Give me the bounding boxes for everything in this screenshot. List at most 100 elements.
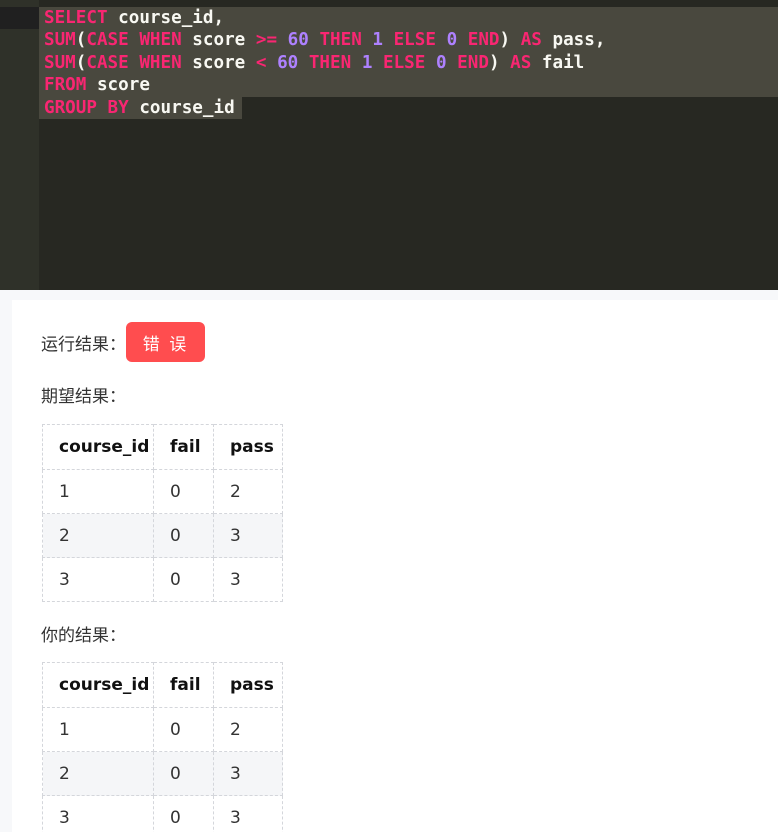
sql-identifier [129, 53, 140, 73]
result-panel: 运行结果： 错 误 期望结果： course_id fail pass 1 0 … [12, 300, 778, 832]
sql-number: 0 [435, 52, 447, 73]
sql-keyword: GROUP BY [44, 97, 129, 118]
code-line[interactable]: SUM(CASE WHEN score < 60 THEN 1 ELSE 0 E… [44, 52, 778, 74]
sql-keyword: WHEN [139, 52, 182, 73]
active-line-marker [0, 7, 39, 29]
actual-result-table: course_id fail pass 1 0 2 2 0 3 3 0 3 [42, 662, 283, 832]
column-header: course_id [42, 424, 154, 470]
table-row: 3 0 3 [42, 795, 283, 832]
sql-identifier [277, 30, 288, 50]
table-cell: 3 [42, 557, 154, 602]
code-editor[interactable]: SELECT course_id, SUM(CASE WHEN score >= … [0, 0, 778, 290]
table-cell: 3 [213, 513, 283, 558]
expected-result-label: 期望结果： [41, 387, 126, 407]
sql-identifier: fail [531, 52, 585, 73]
table-cell: 3 [42, 795, 154, 832]
table-cell: 0 [153, 513, 214, 558]
sql-keyword: END [467, 30, 500, 51]
sql-identifier: score [181, 52, 256, 73]
sql-keyword: AS [520, 30, 542, 51]
run-result-row: 运行结果： 错 误 [41, 322, 205, 362]
sql-code[interactable]: SELECT course_id, SUM(CASE WHEN score >= … [39, 7, 778, 119]
table-header-row: course_id fail pass [42, 662, 283, 708]
sql-number: 1 [372, 30, 383, 51]
column-header: pass [213, 424, 283, 470]
sql-keyword: >= [255, 30, 278, 51]
column-header: course_id [42, 662, 154, 708]
table-row: 1 0 2 [42, 707, 283, 752]
table-cell: 3 [213, 557, 283, 602]
sql-identifier [383, 30, 394, 50]
table-cell: 3 [213, 795, 283, 832]
table-cell: 0 [153, 707, 214, 752]
sql-keyword: ELSE [383, 52, 426, 73]
code-line[interactable]: GROUP BY course_id [44, 97, 778, 119]
sql-identifier: ( [75, 30, 87, 51]
sql-number: 60 [277, 52, 299, 73]
sql-identifier [129, 30, 140, 50]
table-cell: 3 [213, 751, 283, 796]
sql-keyword: CASE [86, 52, 129, 73]
sql-number: 1 [361, 52, 373, 73]
sql-keyword: SELECT [44, 8, 108, 28]
status-badge[interactable]: 错 误 [126, 322, 205, 362]
sql-identifier [351, 53, 362, 73]
table-row: 1 0 2 [42, 469, 283, 514]
sql-identifier [362, 30, 373, 50]
table-cell: 0 [153, 751, 214, 796]
sql-keyword: ELSE [393, 30, 436, 51]
sql-identifier [447, 53, 458, 73]
column-header: pass [213, 662, 283, 708]
sql-number: 60 [287, 30, 309, 51]
sql-identifier [266, 53, 277, 73]
table-row: 3 0 3 [42, 557, 283, 602]
code-line[interactable]: SUM(CASE WHEN score >= 60 THEN 1 ELSE 0 … [44, 29, 778, 51]
sql-identifier [425, 53, 436, 73]
sql-keyword: SUM [44, 52, 76, 73]
table-cell: 0 [153, 795, 214, 832]
sql-identifier [298, 53, 309, 73]
column-header: fail [153, 662, 214, 708]
sql-keyword: AS [510, 52, 532, 73]
expected-result-table: course_id fail pass 1 0 2 2 0 3 3 0 3 [42, 424, 283, 602]
table-cell: 2 [213, 707, 283, 752]
table-cell: 2 [213, 469, 283, 514]
sql-keyword: SUM [44, 30, 76, 51]
code-area[interactable]: SELECT course_id, SUM(CASE WHEN score >= … [39, 7, 778, 119]
table-row: 2 0 3 [42, 751, 283, 796]
sql-identifier: ) [499, 30, 521, 51]
sql-keyword: FROM [44, 75, 87, 96]
sql-identifier: ) [488, 52, 511, 73]
sql-identifier: course_id [128, 97, 235, 118]
table-cell: 1 [42, 707, 154, 752]
code-line[interactable]: FROM score [44, 74, 778, 96]
sql-number: 0 [446, 30, 458, 51]
sql-identifier [372, 53, 383, 73]
sql-keyword: < [255, 52, 267, 73]
table-row: 2 0 3 [42, 513, 283, 558]
editor-gutter [0, 0, 39, 290]
sql-keyword: THEN [319, 30, 362, 51]
sql-keyword: THEN [308, 52, 352, 73]
sql-keyword: WHEN [139, 30, 182, 51]
table-cell: 0 [153, 557, 214, 602]
table-cell: 2 [42, 513, 154, 558]
sql-keyword: CASE [86, 30, 129, 51]
sql-identifier [309, 30, 320, 50]
sql-identifier: ( [75, 52, 87, 73]
sql-identifier [457, 30, 468, 50]
table-cell: 2 [42, 751, 154, 796]
table-header-row: course_id fail pass [42, 424, 283, 470]
sql-identifier: pass, [541, 30, 606, 51]
actual-result-label: 你的结果： [41, 626, 126, 646]
table-cell: 0 [153, 469, 214, 514]
sql-identifier: score [86, 75, 150, 96]
table-cell: 1 [42, 469, 154, 514]
sql-identifier: score [181, 30, 256, 51]
sql-identifier [436, 30, 447, 50]
run-result-label: 运行结果： [41, 334, 126, 355]
column-header: fail [153, 424, 214, 470]
sql-keyword: END [457, 52, 489, 73]
sql-identifier: course_id, [107, 8, 225, 28]
code-line[interactable]: SELECT course_id, [44, 7, 778, 29]
